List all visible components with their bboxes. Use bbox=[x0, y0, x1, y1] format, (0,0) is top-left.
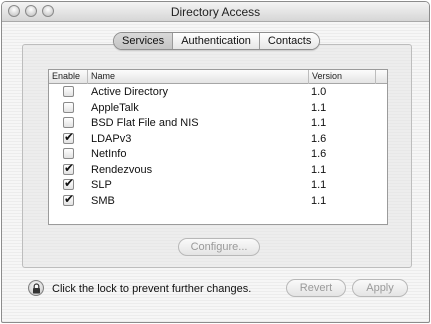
table-row[interactable]: BSD Flat File and NIS 1.1 bbox=[49, 115, 387, 131]
table-header: Enable Name Version bbox=[49, 70, 387, 84]
window-title: Directory Access bbox=[170, 5, 261, 19]
enable-checkbox[interactable]: ✔ bbox=[63, 129, 75, 144]
checkmark-icon: ✔ bbox=[64, 129, 75, 144]
table-row[interactable]: ✔ Rendezvous 1.1 bbox=[49, 160, 387, 178]
service-name: Rendezvous bbox=[91, 163, 153, 176]
table-row[interactable]: ✔ SMB 1.1 bbox=[49, 191, 387, 209]
checkmark-icon: ✔ bbox=[64, 160, 75, 175]
service-name: AppleTalk bbox=[91, 101, 139, 114]
enable-checkbox[interactable]: ✔ bbox=[63, 191, 75, 206]
directory-access-window: Directory Access Services Authentication… bbox=[1, 1, 430, 323]
service-version: 1.0 bbox=[311, 86, 327, 98]
table-rows: Active Directory 1.0 AppleTalk 1.1 BSD F… bbox=[49, 84, 387, 208]
enable-checkbox[interactable]: ✔ bbox=[63, 176, 75, 190]
apply-button[interactable]: Apply bbox=[352, 279, 408, 297]
column-header-corner bbox=[376, 70, 388, 84]
table-row[interactable]: ✔ LDAPv3 1.6 bbox=[49, 129, 387, 147]
service-name: BSD Flat File and NIS bbox=[91, 117, 199, 129]
lock-button[interactable] bbox=[28, 280, 44, 296]
service-version: 1.1 bbox=[311, 194, 327, 207]
column-header-name[interactable]: Name bbox=[88, 70, 309, 84]
service-version: 1.6 bbox=[311, 148, 327, 160]
enable-checkbox[interactable] bbox=[63, 148, 74, 159]
tab-services[interactable]: Services bbox=[114, 33, 174, 49]
service-version: 1.1 bbox=[311, 101, 327, 114]
checkmark-icon: ✔ bbox=[64, 191, 75, 206]
table-row[interactable]: NetInfo 1.6 bbox=[49, 146, 387, 162]
lock-icon bbox=[33, 283, 40, 294]
configure-button[interactable]: Configure... bbox=[178, 238, 260, 256]
service-name: NetInfo bbox=[91, 148, 127, 160]
title-bar: Directory Access bbox=[2, 2, 429, 22]
enable-checkbox[interactable] bbox=[63, 86, 74, 97]
tab-bar: Services Authentication Contacts bbox=[113, 32, 321, 50]
checkmark-icon: ✔ bbox=[64, 176, 75, 190]
table-row[interactable]: ✔ SLP 1.1 bbox=[49, 176, 387, 193]
service-name: LDAPv3 bbox=[91, 132, 132, 145]
column-header-enable[interactable]: Enable bbox=[49, 70, 88, 84]
enable-checkbox[interactable] bbox=[63, 117, 74, 128]
service-version: 1.1 bbox=[311, 179, 327, 191]
enable-checkbox[interactable]: ✔ bbox=[63, 160, 75, 175]
table-row[interactable]: Active Directory 1.0 bbox=[49, 84, 387, 100]
service-version: 1.6 bbox=[311, 132, 327, 145]
table-row[interactable]: AppleTalk 1.1 bbox=[49, 100, 387, 116]
tab-authentication[interactable]: Authentication bbox=[173, 33, 260, 49]
lock-message: Click the lock to prevent further change… bbox=[52, 283, 252, 295]
tab-contacts[interactable]: Contacts bbox=[259, 33, 320, 49]
service-name: SMB bbox=[91, 194, 115, 207]
enable-checkbox[interactable] bbox=[63, 101, 74, 113]
service-version: 1.1 bbox=[311, 117, 327, 129]
service-name: Active Directory bbox=[91, 86, 169, 98]
services-table: Enable Name Version Active Directory 1.0… bbox=[48, 69, 388, 225]
revert-button[interactable]: Revert bbox=[286, 279, 346, 297]
service-name: SLP bbox=[91, 179, 112, 191]
service-version: 1.1 bbox=[311, 163, 327, 176]
column-header-version[interactable]: Version bbox=[309, 70, 376, 84]
